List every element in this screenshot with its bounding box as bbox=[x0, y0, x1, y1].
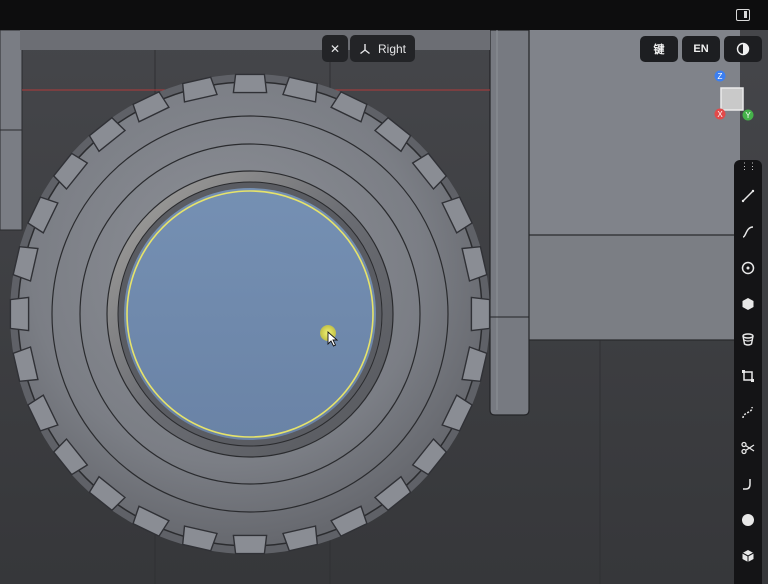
extrude-icon bbox=[742, 333, 754, 346]
title-bar bbox=[0, 0, 768, 30]
line-icon bbox=[741, 189, 755, 203]
bracket bbox=[489, 30, 530, 416]
view-name-label: Right bbox=[377, 41, 406, 56]
curve-icon bbox=[742, 226, 754, 238]
sphere-tool[interactable] bbox=[738, 510, 758, 530]
close-view-button[interactable]: ✕ bbox=[322, 35, 348, 62]
spline-icon bbox=[742, 406, 753, 419]
shading-icon bbox=[736, 42, 750, 56]
scissors-icon bbox=[741, 441, 755, 455]
spline-tool[interactable] bbox=[738, 402, 758, 422]
line-tool[interactable] bbox=[738, 186, 758, 206]
viewport-tools: 键 EN bbox=[640, 36, 762, 62]
orientation-gizmo[interactable]: Z X Y bbox=[708, 68, 758, 124]
cube-icon bbox=[742, 550, 754, 562]
polygon-tool[interactable] bbox=[738, 294, 758, 314]
model-scene bbox=[0, 30, 740, 584]
circle-icon bbox=[741, 261, 755, 275]
view-axes-icon bbox=[360, 43, 370, 54]
language-button[interactable]: EN bbox=[682, 36, 720, 62]
offset-tool[interactable] bbox=[738, 366, 758, 386]
tread-lug bbox=[232, 534, 268, 555]
offset-square-icon bbox=[742, 370, 754, 382]
gizmo-x-label: X bbox=[717, 110, 723, 119]
fillet-icon bbox=[743, 479, 751, 490]
fillet-tool[interactable] bbox=[738, 474, 758, 494]
panel-toggle-icon[interactable] bbox=[736, 9, 750, 21]
tread-lug bbox=[470, 296, 491, 332]
curve-tool[interactable] bbox=[738, 222, 758, 242]
extrude-tool[interactable] bbox=[738, 330, 758, 350]
hexagon-icon bbox=[742, 298, 754, 310]
gizmo-y-label: Y bbox=[745, 111, 751, 120]
toolbar-drag-handle[interactable]: ⋮⋮ bbox=[734, 160, 762, 172]
gizmo-cube bbox=[720, 87, 744, 111]
shading-mode-button[interactable] bbox=[724, 36, 762, 62]
mouse-cursor-icon bbox=[327, 331, 339, 347]
3d-viewport[interactable]: ✕ Right 键 EN Z X Y ⋮⋮ bbox=[0, 30, 768, 584]
tread-lug bbox=[232, 73, 268, 94]
gizmo-z-label: Z bbox=[718, 72, 723, 81]
tread-lug bbox=[9, 296, 30, 332]
view-selector[interactable]: Right bbox=[350, 35, 415, 62]
box-tool[interactable] bbox=[738, 546, 758, 566]
circle-tool[interactable] bbox=[738, 258, 758, 278]
trim-tool[interactable] bbox=[738, 438, 758, 458]
close-icon: ✕ bbox=[329, 41, 341, 56]
sphere-icon bbox=[742, 514, 754, 526]
modeling-toolbar: ⋮⋮ bbox=[734, 160, 762, 584]
wheel bbox=[9, 73, 491, 555]
keyboard-shortcut-button[interactable]: 键 bbox=[640, 36, 678, 62]
